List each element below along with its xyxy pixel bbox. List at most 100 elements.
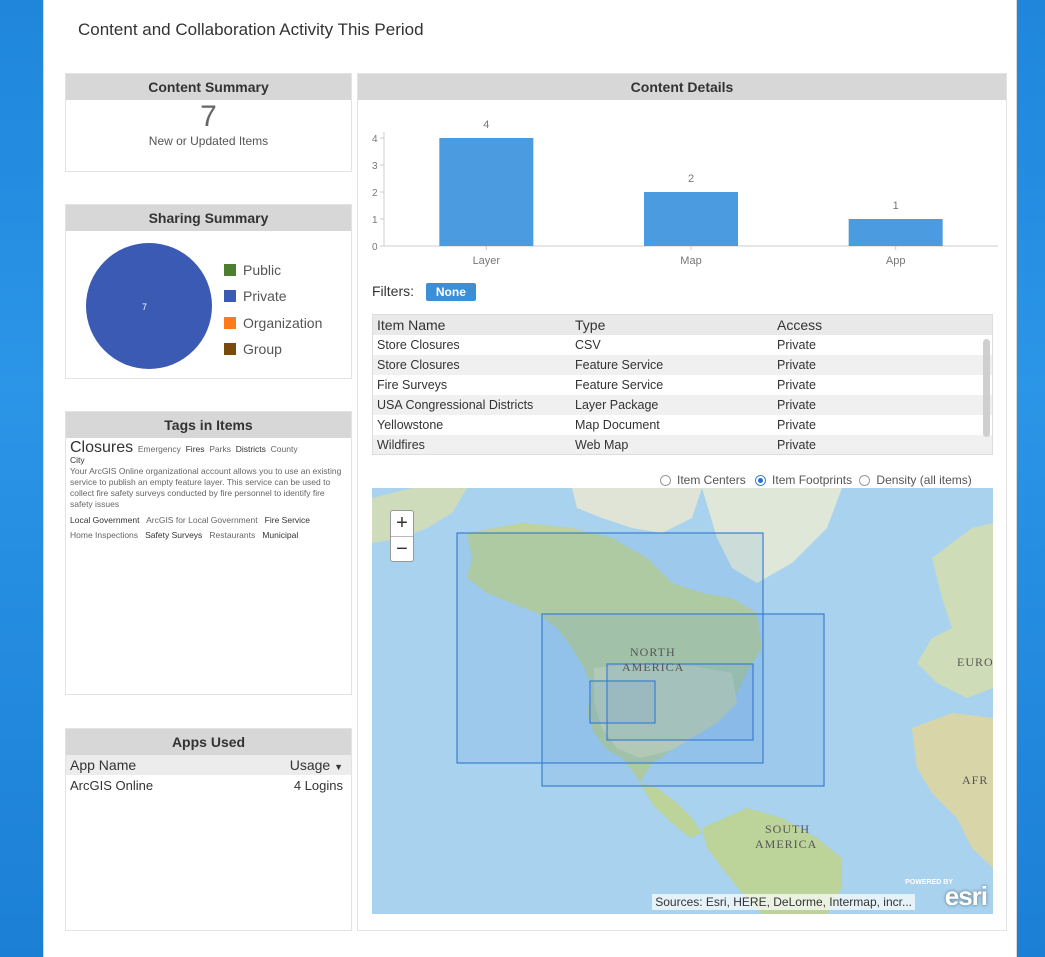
page-title: Content and Collaboration Activity This …	[78, 20, 424, 39]
content-summary-header: Content Summary	[66, 74, 351, 100]
legend-swatch-group	[224, 343, 236, 355]
tag-districts[interactable]: Districts	[236, 444, 266, 454]
apps-table-header: App Name Usage ▼	[66, 755, 351, 775]
legend-group[interactable]: Group	[224, 341, 282, 357]
legend-private[interactable]: Private	[224, 288, 287, 304]
option-item-centers-label[interactable]: Item Centers	[677, 473, 746, 487]
label-south-america: SOUTH	[765, 822, 810, 836]
col-item-name[interactable]: Item Name	[373, 315, 575, 335]
cell-type: Web Map	[575, 438, 629, 452]
sharing-pie-chart[interactable]: 7	[84, 241, 214, 371]
cell-type: Map Document	[575, 418, 660, 432]
content-summary-panel: Content Summary 7 New or Updated Items	[65, 73, 352, 172]
zoom-in-button[interactable]: +	[391, 511, 413, 536]
legend-label-group: Group	[243, 341, 282, 357]
table-header-row: Item Name Type Access	[373, 315, 992, 335]
tag-municipal[interactable]: Municipal	[262, 530, 298, 540]
cell-access: Private	[777, 438, 816, 452]
label-south-america-2: AMERICA	[755, 837, 817, 851]
sort-caret-down-icon: ▼	[334, 762, 343, 772]
x-tick-label: Map	[680, 255, 701, 267]
legend-label-public: Public	[243, 262, 282, 278]
content-type-bar-chart: 0 1 2 3 4 4 Layer 2 Map 1 App	[372, 119, 998, 267]
table-row[interactable]: Store Closures Feature Service Private	[373, 355, 992, 375]
cell-item-name: USA Congressional Districts	[377, 398, 534, 412]
app-name-cell: ArcGIS Online	[70, 778, 154, 793]
bar-value-label: 1	[893, 200, 899, 212]
dashboard-page: Content and Collaboration Activity This …	[43, 0, 1017, 957]
desktop-background-left	[0, 0, 43, 957]
tag-city[interactable]: City	[70, 455, 347, 466]
bar-value-label: 4	[483, 119, 489, 131]
tag-arcgis-local-government[interactable]: ArcGIS for Local Government	[146, 515, 258, 525]
tag-county[interactable]: County	[271, 444, 298, 454]
content-details-panel: Content Details 0 1 2 3 4 4 Layer 2 Map 1 App Filt…	[357, 73, 1007, 931]
y-tick-label: 2	[372, 188, 378, 199]
col-type[interactable]: Type	[575, 315, 777, 335]
filters-bar: Filters: None	[372, 283, 476, 301]
apps-used-panel: Apps Used App Name Usage ▼ ArcGIS Online…	[65, 728, 352, 931]
apps-col-usage-label: Usage	[289, 757, 331, 773]
y-tick-label: 3	[372, 161, 378, 172]
label-north-america: NORTH	[630, 645, 676, 659]
desktop-background-right	[1017, 0, 1045, 957]
esri-logo[interactable]: esri	[945, 881, 988, 912]
content-items-table: Item Name Type Access Store Closures CSV…	[372, 314, 993, 455]
cell-access: Private	[777, 418, 816, 432]
tag-restaurants[interactable]: Restaurants	[209, 530, 255, 540]
label-europe: EURO	[957, 655, 993, 669]
bar-map[interactable]	[644, 192, 738, 246]
tag-closures[interactable]: Closures	[70, 439, 133, 456]
tag-safety-surveys[interactable]: Safety Surveys	[145, 530, 202, 540]
table-row[interactable]: Yellowstone Map Document Private	[373, 415, 992, 435]
y-tick-label: 4	[372, 134, 378, 145]
table-row[interactable]: Wildfires Web Map Private	[373, 435, 992, 454]
tag-local-government[interactable]: Local Government	[70, 515, 139, 525]
radio-item-centers[interactable]	[660, 475, 671, 486]
zoom-control: + −	[390, 510, 414, 562]
option-item-footprints-label[interactable]: Item Footprints	[772, 473, 852, 487]
footprint-small[interactable]	[589, 680, 656, 724]
map-attribution[interactable]: Sources: Esri, HERE, DeLorme, Intermap, …	[652, 894, 915, 910]
legend-organization[interactable]: Organization	[224, 315, 322, 331]
zoom-out-button[interactable]: −	[391, 536, 413, 562]
table-row[interactable]: Fire Surveys Feature Service Private	[373, 375, 992, 395]
table-scrollbar[interactable]	[983, 339, 990, 437]
cell-item-name: Fire Surveys	[377, 378, 448, 392]
tag-home-inspections[interactable]: Home Inspections	[70, 530, 138, 540]
radio-density[interactable]	[859, 475, 871, 486]
bar-layer[interactable]	[439, 138, 534, 246]
y-tick-label: 1	[372, 215, 378, 226]
bar-app[interactable]	[848, 219, 943, 246]
cell-access: Private	[777, 378, 816, 392]
legend-swatch-public	[224, 264, 236, 276]
cell-item-name: Store Closures	[377, 358, 460, 372]
tag-fire-service[interactable]: Fire Service	[265, 515, 310, 525]
option-density-label[interactable]: Density (all items)	[876, 473, 971, 487]
pie-slice-label: 7	[142, 302, 147, 312]
apps-table-row[interactable]: ArcGIS Online 4 Logins	[66, 775, 351, 793]
tag-description[interactable]: Your ArcGIS Online organizational accoun…	[70, 466, 347, 510]
table-row[interactable]: Store Closures CSV Private	[373, 335, 992, 355]
tag-fires[interactable]: Fires	[186, 444, 205, 454]
col-access[interactable]: Access	[777, 315, 967, 335]
tag-emergency[interactable]: Emergency	[138, 444, 181, 454]
filter-none-badge[interactable]: None	[425, 283, 476, 301]
map-canvas[interactable]: NORTH AMERICA SOUTH AMERICA EURO AFR	[372, 488, 993, 914]
tags-header: Tags in Items	[66, 412, 351, 438]
y-tick-label: 0	[372, 242, 378, 253]
cell-item-name: Yellowstone	[377, 418, 444, 432]
pie-slice-private[interactable]	[86, 243, 212, 369]
radio-item-footprints[interactable]	[755, 475, 767, 486]
footprint-map[interactable]: NORTH AMERICA SOUTH AMERICA EURO AFR + −…	[372, 488, 993, 914]
legend-swatch-private	[224, 290, 236, 302]
tag-parks[interactable]: Parks	[209, 444, 231, 454]
legend-public[interactable]: Public	[224, 262, 281, 278]
apps-col-app-name[interactable]: App Name	[70, 757, 136, 773]
table-row[interactable]: USA Congressional Districts Layer Packag…	[373, 395, 992, 415]
cell-access: Private	[777, 358, 816, 372]
apps-used-header: Apps Used	[66, 729, 351, 755]
cell-item-name: Wildfires	[377, 438, 425, 452]
bar-value-label: 2	[688, 173, 694, 185]
apps-col-usage[interactable]: Usage ▼	[290, 757, 343, 773]
